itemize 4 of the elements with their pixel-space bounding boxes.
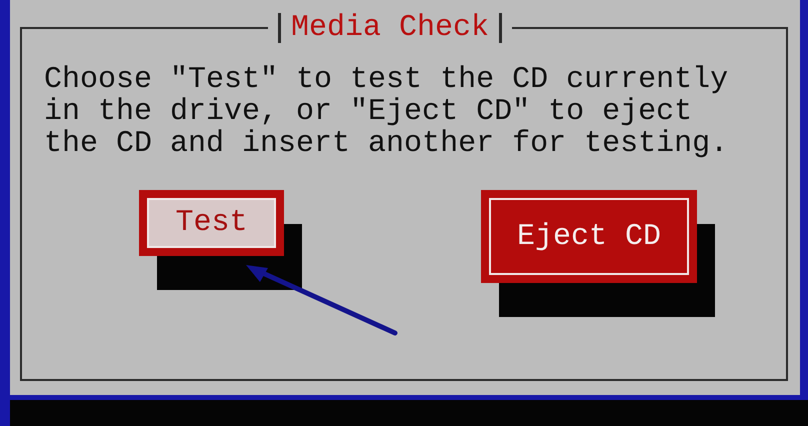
dialog-button[interactable]: Test — [139, 190, 284, 256]
dialog-button[interactable]: Eject CD — [481, 190, 697, 283]
dialog-title: Media Check — [291, 12, 490, 44]
dialog-message: Choose "Test" to test the CD currently in the drive, or "Eject CD" to eject the CD and insert another for testing. — [44, 64, 730, 160]
